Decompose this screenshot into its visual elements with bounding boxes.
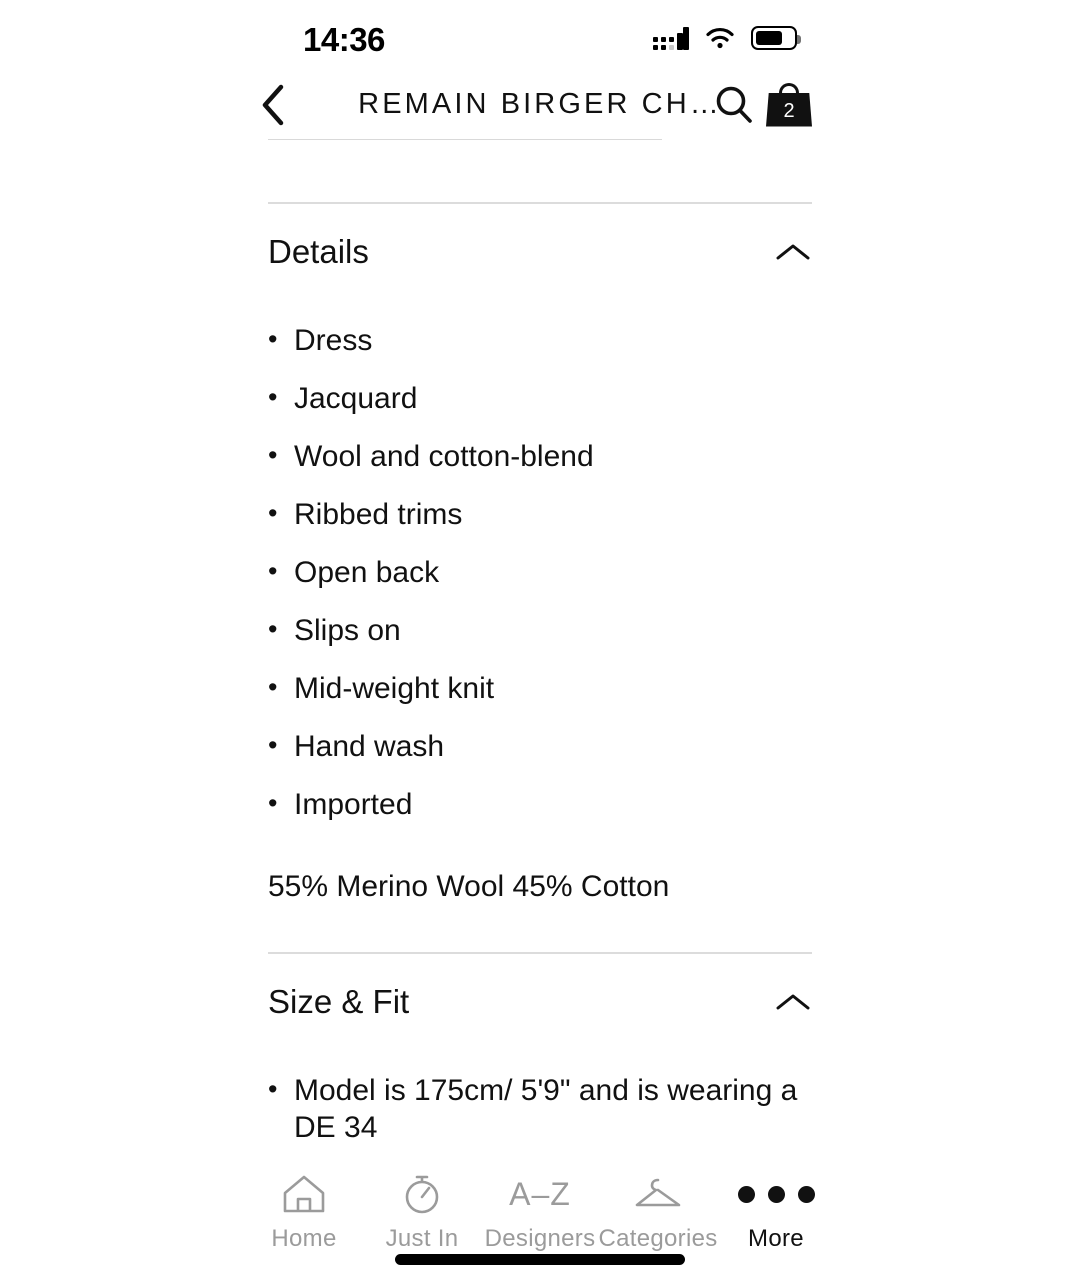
stopwatch-icon [400,1172,444,1216]
list-item: Open back [268,553,812,591]
nav-label: Home [271,1225,337,1252]
list-item: Jacquard [268,379,812,417]
nav-item-home[interactable]: Home [245,1172,363,1253]
a-to-z-text: A–Z [509,1175,571,1212]
shopping-bag-icon: 2 [766,82,812,127]
bag-count-badge: 2 [783,100,795,122]
size-fit-bullet-list: Model is 175cm/ 5'9" and is wearing a DE… [0,1071,1080,1160]
list-item: Hand wash [268,727,812,765]
house-icon [281,1172,327,1216]
list-item: Ribbed trims [268,495,812,533]
list-item: Slips on [268,611,812,649]
scroll-content[interactable]: Add To Wish List Share Details [0,70,1080,1160]
details-title: Details [268,233,369,270]
list-item: Model is 175cm/ 5'9" and is wearing a DE… [268,1071,812,1146]
list-item: Imported [268,785,812,823]
cellular-signal-icon [653,26,689,50]
nav-item-just-in[interactable]: Just In [363,1172,481,1253]
chevron-up-icon[interactable] [774,990,812,1014]
nav-label: Just In [385,1225,459,1252]
a-to-z-icon: A–Z [509,1172,571,1216]
home-indicator [395,1254,685,1265]
nav-item-more[interactable]: More [717,1172,835,1253]
battery-icon [751,26,801,50]
status-icons [653,26,801,50]
list-item: Wool and cotton-blend [268,437,812,475]
status-time: 14:36 [303,21,385,58]
nav-label: More [748,1225,804,1252]
app-header: REMAIN BIRGER CH… 2 [0,70,1080,139]
status-bar: 14:36 [0,0,1080,70]
nav-item-designers[interactable]: A–Z Designers [481,1172,599,1253]
wifi-icon [706,27,734,49]
list-item: Mid-weight knit [268,669,812,707]
search-icon [716,86,752,123]
nav-label: Categories [598,1225,718,1252]
nav-label: Designers [484,1225,596,1252]
details-bullet-list: Dress Jacquard Wool and cotton-blend Rib… [0,321,1080,823]
ellipsis-icon [737,1172,815,1216]
chevron-up-icon[interactable] [774,240,812,264]
nav-item-categories[interactable]: Categories [598,1172,718,1253]
shopping-bag-button[interactable]: 2 [763,79,815,131]
back-button[interactable] [250,82,296,128]
list-item: Dress [268,321,812,359]
size-fit-title: Size & Fit [268,983,410,1020]
details-section-header[interactable]: Details [0,204,1080,300]
size-fit-section-header[interactable]: Size & Fit [0,954,1080,1050]
page-title: REMAIN BIRGER CH… [358,87,722,120]
clothes-hanger-icon [633,1172,683,1216]
product-detail-screen: 14:36 REMAIN BIRGER CH… 2 Details • Dres… [0,0,1080,1280]
composition-text: 55% Merino Wool 45% Cotton [268,870,670,903]
search-button[interactable] [712,83,756,127]
